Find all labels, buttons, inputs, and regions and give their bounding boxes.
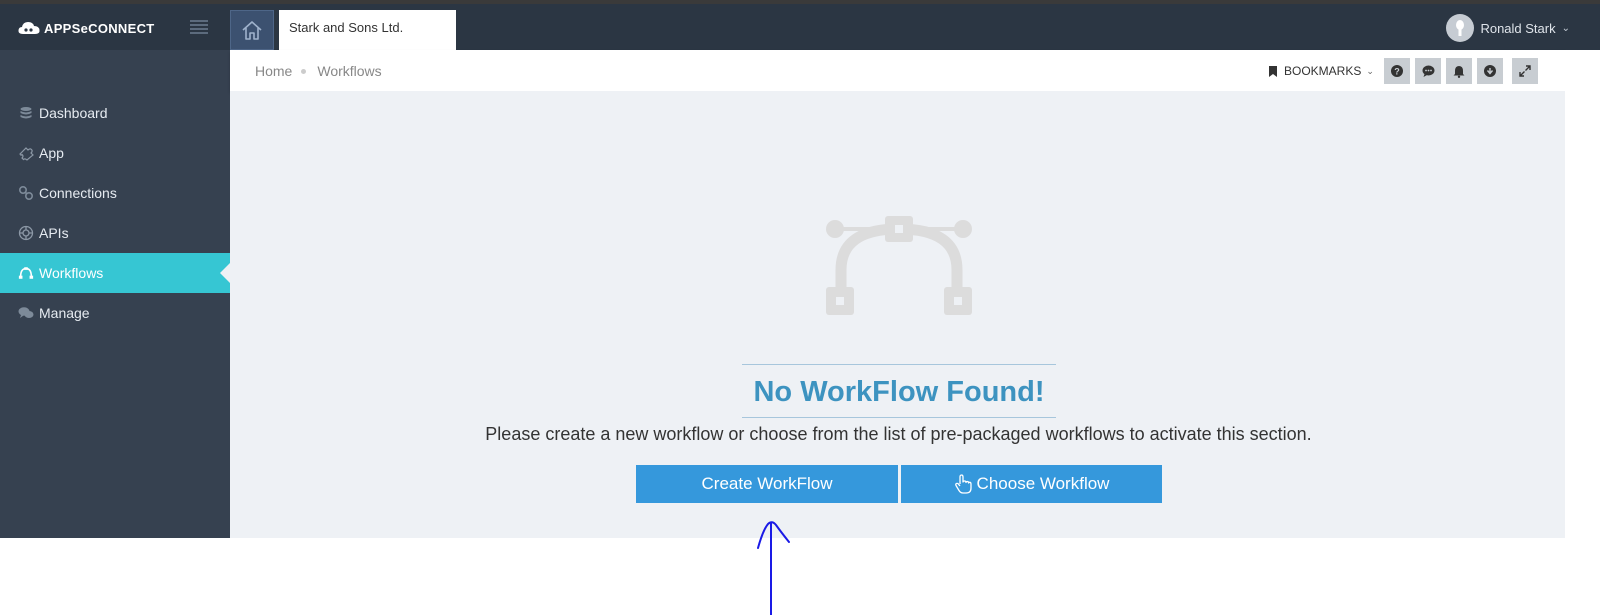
avatar bbox=[1446, 14, 1475, 42]
sidebar-item-label: App bbox=[39, 145, 64, 161]
menu-line bbox=[190, 24, 208, 26]
page-scrollbar-area bbox=[1565, 50, 1600, 538]
create-workflow-button[interactable]: Create WorkFlow bbox=[636, 465, 898, 503]
chat-icon bbox=[18, 305, 34, 321]
menu-toggle-button[interactable] bbox=[190, 20, 208, 34]
home-tab[interactable] bbox=[230, 10, 274, 50]
sidebar-nav: Dashboard App Connections APIs Workflows… bbox=[0, 93, 230, 333]
gear-icon bbox=[18, 225, 34, 241]
help-icon: ? bbox=[1391, 65, 1403, 77]
sidebar-item-app[interactable]: App bbox=[0, 133, 230, 173]
user-icon bbox=[1456, 20, 1465, 36]
fullscreen-button[interactable] bbox=[1512, 58, 1538, 84]
menu-line bbox=[190, 28, 208, 30]
chevron-down-icon: ⌄ bbox=[1366, 65, 1374, 76]
breadcrumb-workflows[interactable]: Workflows bbox=[317, 63, 381, 79]
create-workflow-label: Create WorkFlow bbox=[701, 474, 833, 493]
app-logo[interactable]: APPSeCONNECT bbox=[18, 18, 155, 38]
link-icon bbox=[18, 185, 34, 201]
choose-workflow-label: Choose Workflow bbox=[976, 474, 1110, 493]
empty-state-title-wrapper: No WorkFlow Found! bbox=[742, 364, 1056, 418]
download-icon bbox=[1484, 65, 1496, 77]
database-icon bbox=[18, 105, 34, 121]
app-logo-text: APPSeCONNECT bbox=[44, 20, 155, 36]
empty-state-title: No WorkFlow Found! bbox=[753, 376, 1045, 408]
download-button[interactable] bbox=[1477, 58, 1503, 84]
breadcrumb-separator bbox=[301, 68, 307, 74]
sidebar-item-label: APIs bbox=[39, 225, 69, 241]
bookmark-icon bbox=[1269, 65, 1277, 77]
home-icon bbox=[242, 21, 262, 40]
help-button[interactable]: ? bbox=[1384, 58, 1410, 84]
choose-workflow-button[interactable]: Choose Workflow bbox=[901, 465, 1162, 503]
bookmarks-dropdown[interactable]: BOOKMARKS ⌄ bbox=[1268, 64, 1374, 78]
breadcrumb: Home Workflows bbox=[255, 63, 382, 79]
sidebar-item-connections[interactable]: Connections bbox=[0, 173, 230, 213]
app-window: APPSeCONNECT Stark and Sons Ltd. Ronald … bbox=[0, 4, 1600, 538]
expand-icon bbox=[1519, 65, 1531, 77]
sidebar-item-workflows[interactable]: Workflows bbox=[0, 253, 230, 293]
hand-pointer-icon bbox=[954, 474, 972, 494]
company-tab[interactable]: Stark and Sons Ltd. bbox=[279, 10, 456, 50]
sidebar-item-dashboard[interactable]: Dashboard bbox=[0, 93, 230, 133]
menu-line bbox=[190, 20, 208, 22]
sidebar-item-apis[interactable]: APIs bbox=[0, 213, 230, 253]
svg-text:?: ? bbox=[1394, 66, 1400, 76]
top-bar: APPSeCONNECT Stark and Sons Ltd. Ronald … bbox=[0, 4, 1600, 50]
breadcrumb-home[interactable]: Home bbox=[255, 63, 292, 79]
bell-icon bbox=[1453, 65, 1465, 78]
workflow-curve-icon bbox=[826, 216, 972, 315]
menu-line bbox=[190, 32, 208, 34]
user-name: Ronald Stark bbox=[1480, 20, 1556, 36]
curve-icon bbox=[18, 265, 34, 281]
breadcrumb-bar: Home Workflows BOOKMARKS ⌄ ? bbox=[230, 50, 1565, 91]
sidebar-item-label: Dashboard bbox=[39, 105, 108, 121]
main-content: No WorkFlow Found! Please create a new w… bbox=[230, 91, 1565, 538]
user-menu[interactable]: Ronald Stark ⌄ bbox=[1446, 14, 1570, 42]
sidebar: Dashboard App Connections APIs Workflows… bbox=[0, 50, 230, 538]
bookmarks-label: BOOKMARKS bbox=[1284, 64, 1362, 78]
sidebar-item-label: Connections bbox=[39, 185, 117, 201]
comment-icon bbox=[1422, 65, 1434, 77]
sidebar-item-manage[interactable]: Manage bbox=[0, 293, 230, 333]
puzzle-icon bbox=[18, 145, 34, 161]
sidebar-item-label: Workflows bbox=[39, 265, 104, 281]
empty-state-description: Please create a new workflow or choose f… bbox=[485, 424, 1312, 444]
sidebar-item-label: Manage bbox=[39, 305, 90, 321]
notifications-button[interactable] bbox=[1446, 58, 1472, 84]
chevron-down-icon: ⌄ bbox=[1561, 22, 1570, 34]
comment-button[interactable] bbox=[1415, 58, 1441, 84]
cloud-icon bbox=[18, 22, 40, 34]
